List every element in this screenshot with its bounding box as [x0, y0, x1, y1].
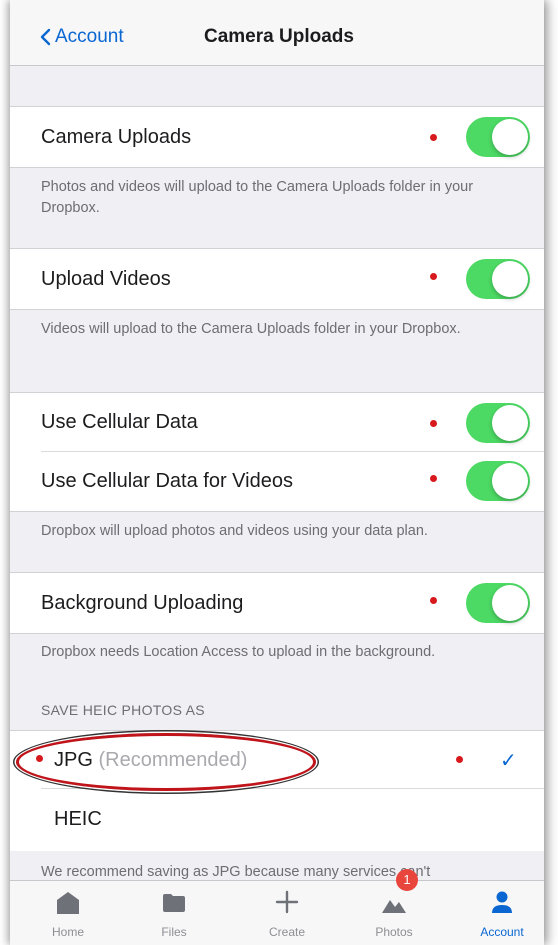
annotation-dot — [36, 755, 43, 762]
divider — [10, 309, 544, 310]
annotation-dot — [456, 756, 463, 763]
person-icon — [492, 891, 512, 913]
tab-files[interactable]: Files — [124, 881, 224, 945]
back-button-label: Account — [55, 26, 124, 47]
toggle-knob — [492, 463, 528, 499]
tab-label: Files — [161, 925, 187, 939]
setting-label: Background Uploading — [41, 592, 244, 614]
setting-label: Camera Uploads — [41, 126, 192, 148]
option-label-jpg: JPG (Recommended) — [54, 749, 247, 772]
setting-row-cellular-data[interactable]: Use Cellular Data — [10, 393, 544, 451]
toggle-knob — [492, 585, 528, 621]
chevron-left-icon — [40, 28, 51, 46]
tab-bar: Home Files Create 1 Photos Account — [10, 869, 544, 945]
home-icon — [57, 892, 79, 914]
setting-row-background-uploading[interactable]: Background Uploading — [10, 573, 544, 633]
phone-screen: Account Camera Uploads Camera Uploads Ph… — [10, 0, 544, 945]
cellular-videos-toggle[interactable] — [466, 461, 530, 501]
tab-label: Create — [268, 925, 306, 939]
option-note: (Recommended) — [98, 749, 248, 771]
annotation-dot — [430, 475, 437, 482]
checkmark-icon: ✓ — [500, 750, 517, 772]
upload-videos-footnote: Videos will upload to the Camera Uploads… — [41, 321, 461, 337]
toggle-knob — [492, 261, 528, 297]
annotation-dot — [430, 420, 437, 427]
setting-row-cellular-videos[interactable]: Use Cellular Data for Videos — [10, 452, 544, 511]
annotation-dot — [430, 273, 437, 280]
annotation-dot — [430, 597, 437, 604]
setting-label: Use Cellular Data for Videos — [41, 470, 293, 492]
back-button[interactable]: Account — [40, 26, 124, 48]
photos-icon — [382, 900, 406, 913]
heic-section-header: SAVE HEIC PHOTOS AS — [41, 702, 205, 718]
tab-create[interactable]: Create — [237, 881, 337, 945]
navigation-bar: Account Camera Uploads — [10, 0, 544, 66]
toggle-knob — [492, 405, 528, 441]
option-row-jpg[interactable]: JPG (Recommended) ✓ — [10, 731, 544, 789]
background-footnote: Dropbox needs Location Access to upload … — [41, 644, 436, 660]
folder-icon — [163, 894, 185, 912]
tab-home[interactable]: Home — [18, 881, 118, 945]
background-uploading-toggle[interactable] — [466, 583, 530, 623]
annotation-dot — [430, 134, 437, 141]
tab-photos[interactable]: 1 Photos — [344, 869, 444, 945]
photos-badge: 1 — [396, 869, 418, 891]
tab-label: Photos — [375, 925, 413, 939]
setting-label: Upload Videos — [41, 268, 171, 290]
heic-options-group: JPG (Recommended) ✓ HEIC — [10, 731, 544, 851]
cellular-group: Use Cellular Data Use Cellular Data for … — [10, 393, 544, 511]
divider — [10, 511, 544, 512]
divider — [10, 633, 544, 634]
toggle-knob — [492, 119, 528, 155]
page-title: Camera Uploads — [204, 26, 354, 47]
cellular-footnote: Dropbox will upload photos and videos us… — [41, 523, 428, 539]
setting-label: Use Cellular Data — [41, 411, 198, 433]
plus-icon — [275, 890, 299, 914]
tab-label: Home — [51, 925, 84, 939]
divider — [10, 167, 544, 168]
cellular-data-toggle[interactable] — [466, 403, 530, 443]
setting-row-camera-uploads[interactable]: Camera Uploads — [10, 107, 544, 167]
tab-account[interactable]: Account — [452, 881, 544, 945]
option-label-text: JPG — [54, 749, 93, 771]
camera-uploads-toggle[interactable] — [466, 117, 530, 157]
tab-label: Account — [480, 925, 524, 939]
camera-uploads-footnote: Photos and videos will upload to the Cam… — [41, 179, 474, 216]
option-label-heic: HEIC — [54, 808, 102, 830]
option-row-heic[interactable]: HEIC — [10, 789, 544, 849]
setting-row-upload-videos[interactable]: Upload Videos — [10, 249, 544, 309]
upload-videos-toggle[interactable] — [466, 259, 530, 299]
